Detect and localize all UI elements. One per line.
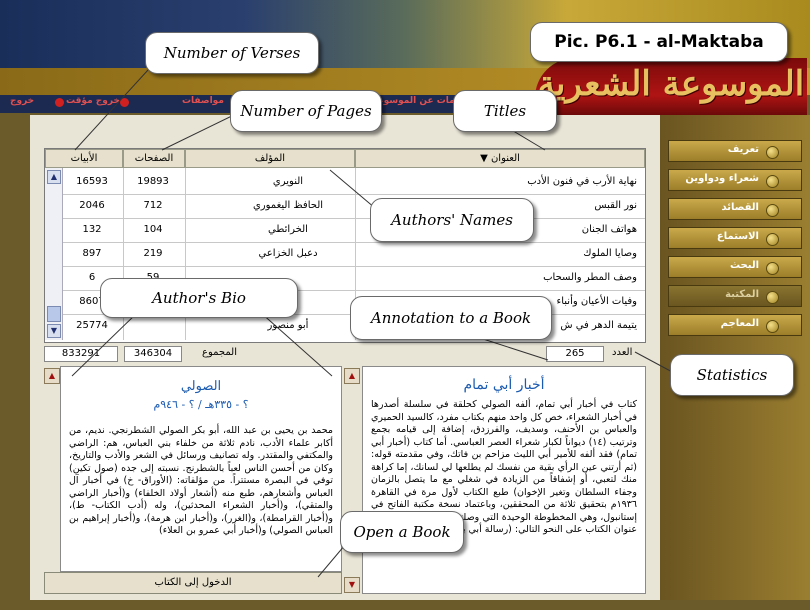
cell-verses: 16593 [76, 176, 108, 187]
sidebar-item-poems[interactable]: القصائد [668, 198, 802, 220]
picture-caption: Pic. P6.1 - al-Maktaba [530, 22, 788, 62]
knob-icon [766, 233, 779, 246]
total-verses: 833291 [44, 346, 118, 362]
cell-title: هواتف الجنان [581, 224, 637, 235]
callout-bio: Author's Bio [100, 278, 298, 318]
cell-author: الحافظ اليغموري [252, 200, 324, 211]
callout-annotation: Annotation to a Book [350, 296, 552, 340]
sidebar-item-label: المعاجم [720, 318, 759, 329]
sort-down-icon: ▼ [480, 153, 488, 164]
cell-pages: 104 [143, 224, 163, 235]
callout-statistics: Statistics [670, 354, 794, 396]
cell-verses: 132 [82, 224, 102, 235]
table-row[interactable]: هواتف الجنان الخرائطي 104 132 [63, 219, 645, 243]
logo-text: الموسوعة الشعرية [537, 64, 805, 104]
table-row[interactable]: نور القبس الحافظ اليغموري 712 2046 [63, 195, 645, 219]
sidebar-item-search[interactable]: البحث [668, 256, 802, 278]
sidebar-item-library[interactable]: المكتبة [668, 285, 802, 307]
menu-item-exit[interactable]: خروج [10, 96, 34, 106]
book-count: 265 [546, 346, 604, 362]
cell-verses: 897 [82, 248, 102, 259]
sidebar-item-listening[interactable]: الاستماع [668, 227, 802, 249]
menu-item-specs[interactable]: مواصفات [182, 96, 224, 106]
cell-title: وصف المطر والسحاب [543, 272, 637, 283]
cell-verses: 25774 [76, 320, 108, 331]
knob-icon [766, 291, 779, 304]
app-logo: الموسوعة الشعرية [535, 58, 807, 120]
table-row[interactable]: نهاية الأرب في فنون الأدب النويري 19893 165… [63, 171, 645, 195]
callout-verses: Number of Verses [145, 32, 319, 74]
author-dates: ؟ - ٣٣٥هـ / ؟ - ٩٤٦م [153, 398, 249, 411]
column-header-title[interactable]: العنوان ▼ [355, 149, 645, 168]
cell-author: دعبل الخزاعي [258, 248, 318, 259]
cell-title: وصايا الملوك [583, 248, 637, 259]
cell-title: وفيات الأعيان وأنباء [556, 296, 637, 307]
knob-icon [766, 320, 779, 333]
cell-pages: 19893 [137, 176, 169, 187]
cell-pages: 712 [143, 200, 163, 211]
sidebar-item-label: تعريف [727, 144, 759, 155]
cell-title: يتيمة الدهر في ش [560, 320, 637, 331]
callout-authors: Authors' Names [370, 198, 534, 242]
knob-icon [766, 175, 779, 188]
callout-titles: Titles [453, 90, 557, 132]
author-name: الصولي [180, 379, 222, 394]
totals-label: المجموع [202, 347, 237, 358]
column-header-author[interactable]: المؤلف [185, 149, 355, 168]
knob-icon [766, 204, 779, 217]
sidebar-item-label: القصائد [721, 202, 759, 213]
column-header-verses[interactable]: الأبيات [45, 149, 123, 168]
cell-title: نهاية الأرب في فنون الأدب [527, 176, 637, 187]
sidebar-item-label: شعراء ودواوين [685, 173, 759, 184]
book-title: أخبار أبي تمام [463, 377, 545, 393]
cell-pages: 219 [143, 248, 163, 259]
sidebar-item-dictionaries[interactable]: المعاجم [668, 314, 802, 336]
knob-icon [766, 146, 779, 159]
cell-title: نور القبس [594, 200, 637, 211]
sidebar-item-label: المكتبة [725, 289, 759, 300]
scroll-down-icon[interactable]: ▼ [344, 577, 360, 593]
temp-exit-dot-icon [120, 98, 129, 107]
cell-author: أبو منصور [267, 320, 309, 331]
scroll-thumb[interactable] [47, 306, 61, 322]
count-label: العدد [612, 347, 633, 358]
author-bio-text: محمد بن يحيى بن عبد الله، أبو بكر الصولي… [69, 425, 333, 536]
sidebar-item-label: البحث [729, 260, 759, 271]
sidebar-item-label: الاستماع [716, 231, 759, 242]
book-annotation-panel[interactable]: أخبار أبي تمام كتاب في أخبار أبي تمام، أ… [362, 366, 646, 594]
callout-open: Open a Book [340, 511, 464, 553]
open-book-button[interactable]: الدخول إلى الكتاب [44, 572, 342, 594]
table-row[interactable]: وصايا الملوك دعبل الخزاعي 219 897 [63, 243, 645, 267]
knob-icon [766, 262, 779, 275]
total-pages: 346304 [124, 346, 182, 362]
scroll-up-icon[interactable]: ▲ [344, 368, 360, 384]
author-bio-panel[interactable]: الصولي ؟ - ٣٣٥هـ / ؟ - ٩٤٦م محمد بن يحيى… [60, 366, 342, 572]
column-header-title-label: العنوان [490, 153, 520, 164]
scroll-up-icon[interactable]: ▲ [47, 170, 61, 184]
exit-dot-icon [55, 98, 64, 107]
cell-author: النويري [272, 176, 304, 187]
cell-verses: 2046 [79, 200, 105, 211]
sidebar-item-poets[interactable]: شعراء ودواوين [668, 169, 802, 191]
scroll-up-icon[interactable]: ▲ [44, 368, 60, 384]
scroll-down-icon[interactable]: ▼ [47, 324, 61, 338]
cell-author: الخرائطي [268, 224, 308, 235]
menu-item-temp-exit[interactable]: خروج مؤقت [66, 96, 120, 106]
callout-pages: Number of Pages [230, 90, 382, 132]
table-scrollbar[interactable]: ▲ ▼ [45, 168, 63, 340]
column-header-pages[interactable]: الصفحات [123, 149, 185, 168]
sidebar-item-definition[interactable]: تعريف [668, 140, 802, 162]
